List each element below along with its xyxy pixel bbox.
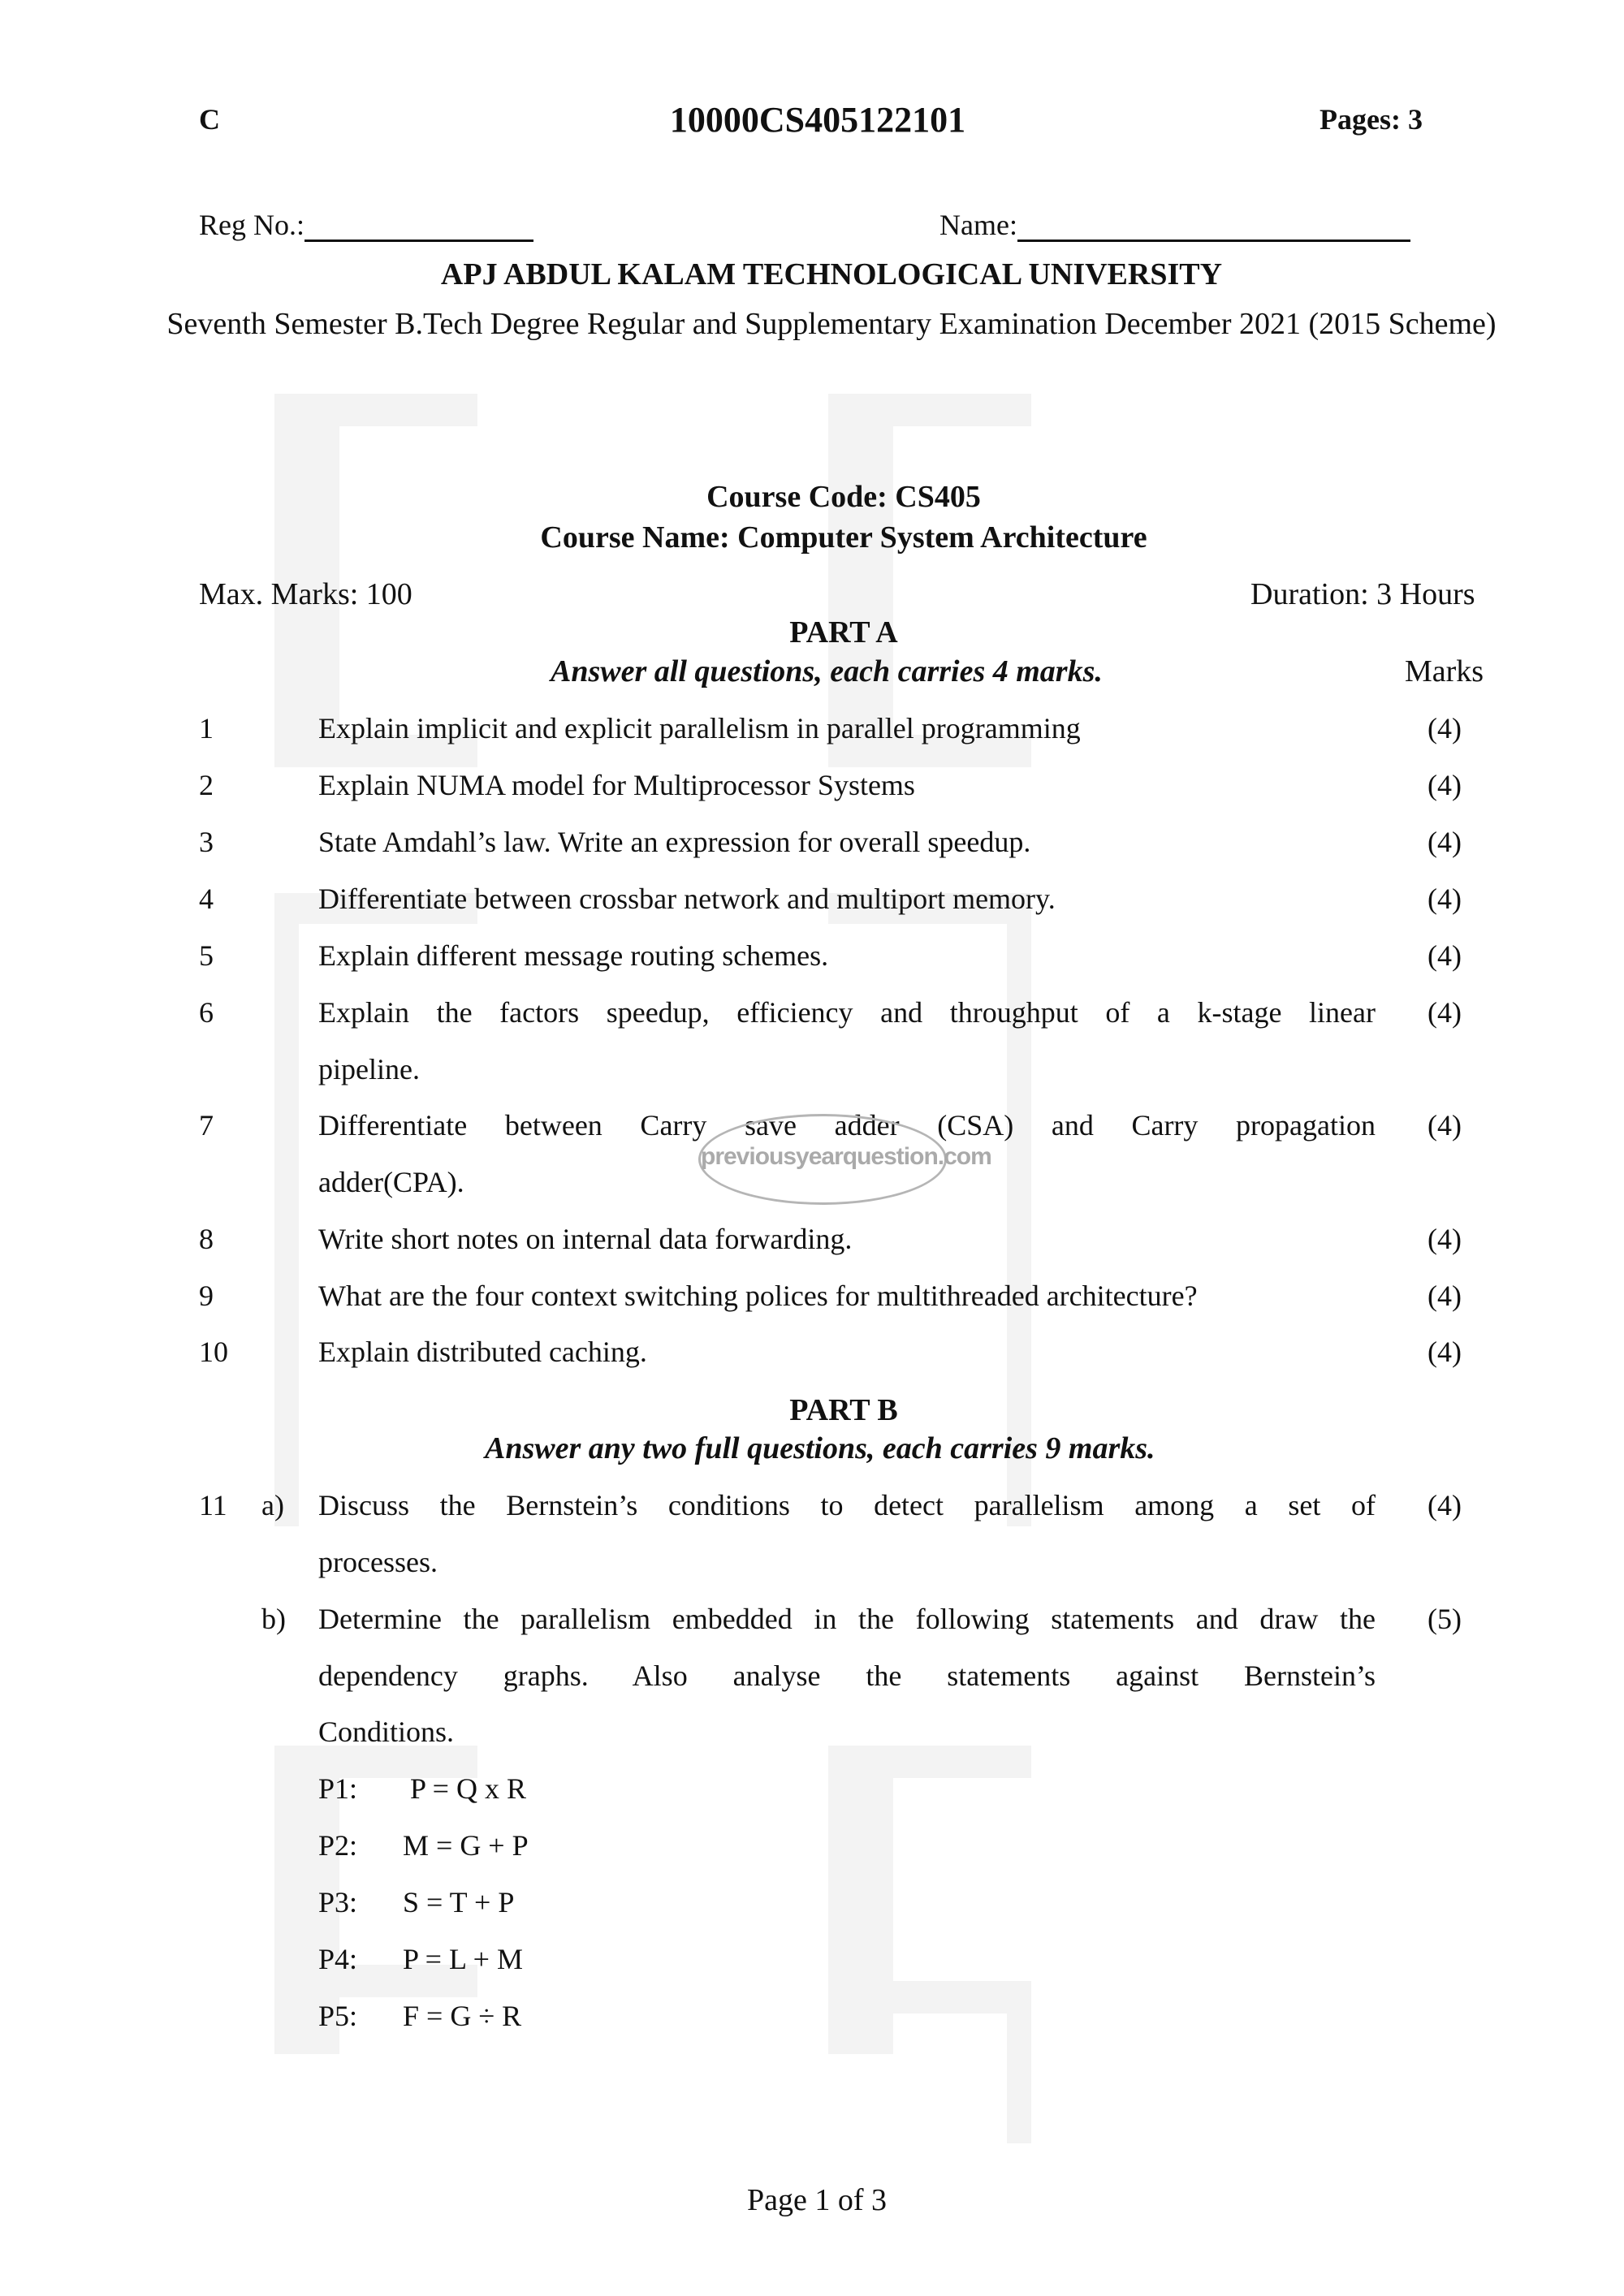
course-name: Course Name: Computer System Architectur… bbox=[540, 520, 1147, 555]
question-text: What are the four context switching poli… bbox=[318, 1280, 1198, 1312]
question-text: Explain NUMA model for Multiprocessor Sy… bbox=[318, 769, 915, 801]
reg-no-field: Reg No.: bbox=[199, 208, 533, 242]
subquestion-marks: (5) bbox=[1427, 1603, 1462, 1635]
question-text: Explain distributed caching. bbox=[318, 1336, 647, 1368]
subquestion-text-line1: Discuss the Bernstein’s conditions to de… bbox=[318, 1489, 1376, 1521]
question-number: 3 bbox=[199, 826, 214, 858]
subquestion-text-line2: dependency graphs. Also analyse the stat… bbox=[318, 1659, 1376, 1692]
question-number: 8 bbox=[199, 1223, 214, 1255]
subquestion-text-line2: processes. bbox=[318, 1546, 438, 1578]
max-marks: Max. Marks: 100 bbox=[199, 577, 412, 611]
part-b-title: PART B bbox=[789, 1393, 898, 1427]
question-text-line1: Explain the factors speedup, efficiency … bbox=[318, 996, 1376, 1029]
question-marks: (4) bbox=[1427, 712, 1462, 744]
question-marks: (4) bbox=[1427, 996, 1462, 1029]
question-marks: (4) bbox=[1427, 1109, 1462, 1142]
statement-expression: F = G ÷ R bbox=[403, 2000, 522, 2032]
statement-label: P4: bbox=[318, 1943, 358, 1975]
question-number: 7 bbox=[199, 1109, 214, 1142]
statement-label: P1: bbox=[318, 1772, 358, 1805]
question-text: Explain implicit and explicit parallelis… bbox=[318, 712, 1081, 744]
name-label: Name: bbox=[939, 209, 1017, 241]
subquestion-text-line1: Determine the parallelism embedded in th… bbox=[318, 1603, 1376, 1635]
paper-code-text: 10000CS405122101 bbox=[669, 100, 966, 140]
statement-expression: P = L + M bbox=[403, 1943, 523, 1975]
part-a-instruction: Answer all questions, each carries 4 mar… bbox=[551, 654, 1103, 688]
statement-expression: S = T + P bbox=[403, 1886, 515, 1918]
name-blank bbox=[1017, 212, 1410, 242]
statement-label: P3: bbox=[318, 1886, 358, 1918]
part-a-title: PART A bbox=[789, 615, 898, 650]
exam-title: Seventh Semester B.Tech Degree Regular a… bbox=[166, 307, 1497, 341]
marks-column-header: Marks bbox=[1405, 654, 1484, 688]
question-marks: (4) bbox=[1427, 1336, 1462, 1368]
question-text-line2: pipeline. bbox=[318, 1053, 420, 1085]
question-text: Differentiate between crossbar network a… bbox=[318, 883, 1056, 915]
question-marks: (4) bbox=[1427, 769, 1462, 801]
question-number: 10 bbox=[199, 1336, 228, 1368]
question-text: Write short notes on internal data forwa… bbox=[318, 1223, 853, 1255]
statement-label: P2: bbox=[318, 1829, 358, 1862]
duration: Duration: 3 Hours bbox=[1250, 577, 1475, 611]
question-number: 2 bbox=[199, 769, 214, 801]
pages-count: Pages: 3 bbox=[1320, 103, 1423, 136]
statement-expression: M = G + P bbox=[403, 1829, 529, 1862]
subquestion-marks: (4) bbox=[1427, 1489, 1462, 1521]
question-number: 4 bbox=[199, 883, 214, 915]
name-field: Name: bbox=[939, 208, 1410, 242]
question-number: 11 bbox=[199, 1489, 227, 1521]
question-number: 9 bbox=[199, 1280, 214, 1312]
course-code: Course Code: CS405 bbox=[706, 480, 981, 514]
reg-no-label: Reg No.: bbox=[199, 209, 304, 241]
question-text: State Amdahl’s law. Write an expression … bbox=[318, 826, 1031, 858]
question-marks: (4) bbox=[1427, 939, 1462, 972]
question-marks: (4) bbox=[1427, 826, 1462, 858]
university-title: APJ ABDUL KALAM TECHNOLOGICAL UNIVERSITY bbox=[440, 257, 1223, 291]
statement-label: P5: bbox=[318, 2000, 358, 2032]
statement-expression: P = Q x R bbox=[410, 1772, 526, 1805]
reg-no-blank bbox=[304, 212, 533, 242]
question-marks: (4) bbox=[1427, 1280, 1462, 1312]
page-footer: Page 1 of 3 bbox=[746, 2183, 888, 2217]
question-number: 5 bbox=[199, 939, 214, 972]
question-text-line2: adder(CPA). bbox=[318, 1166, 464, 1198]
question-text: Explain different message routing scheme… bbox=[318, 939, 829, 972]
question-number: 6 bbox=[199, 996, 214, 1029]
subquestion-label: b) bbox=[261, 1603, 286, 1635]
question-marks: (4) bbox=[1427, 1223, 1462, 1255]
subquestion-label: a) bbox=[261, 1489, 284, 1521]
question-number: 1 bbox=[199, 712, 214, 744]
website-watermark-stamp: previousyearquestion.com bbox=[698, 1114, 992, 1205]
subquestion-text-line3: Conditions. bbox=[318, 1716, 455, 1748]
part-b-instruction: Answer any two full questions, each carr… bbox=[485, 1431, 1155, 1465]
question-marks: (4) bbox=[1427, 883, 1462, 915]
